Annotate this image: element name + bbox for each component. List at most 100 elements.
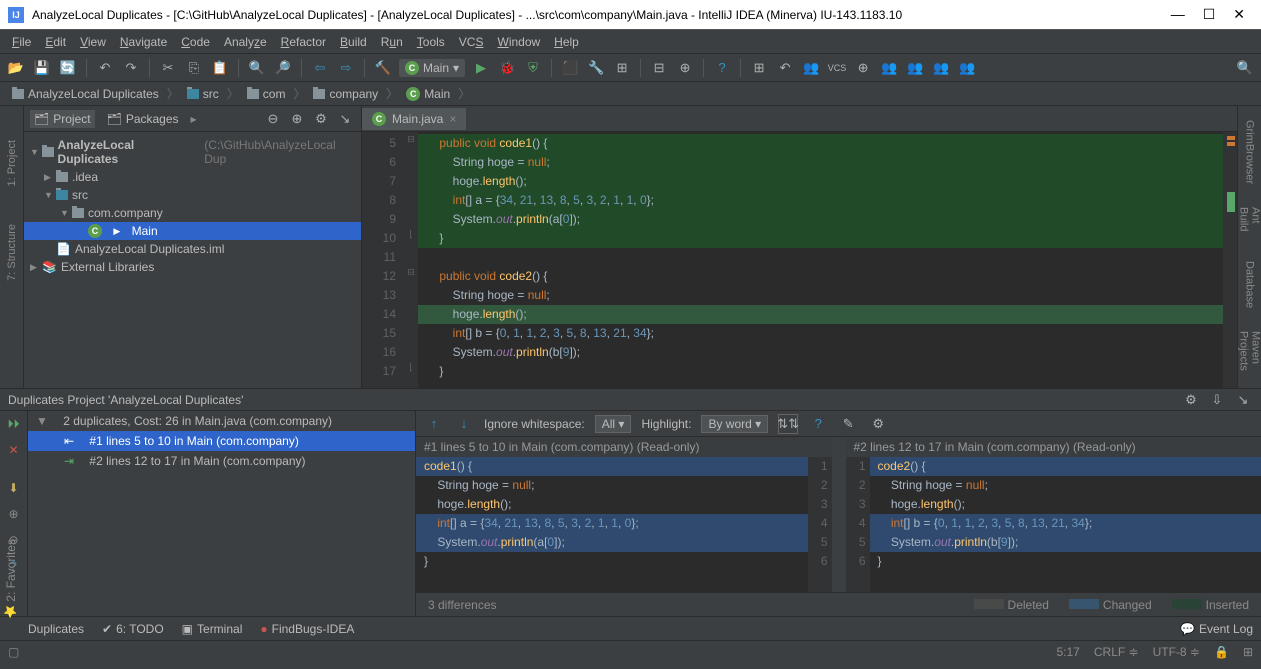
crumb-src[interactable]: src xyxy=(181,85,225,103)
tool-icon[interactable]: 👥 xyxy=(905,58,925,78)
cut-icon[interactable]: ✂ xyxy=(158,58,178,78)
tool-icon[interactable]: ⊕ xyxy=(675,58,695,78)
menu-build[interactable]: Build xyxy=(334,33,373,51)
status-pos[interactable]: 5:17 xyxy=(1057,645,1080,659)
close-icon[interactable]: ✕ xyxy=(5,441,23,459)
redo-icon[interactable]: ↷ xyxy=(121,58,141,78)
dup-item-1[interactable]: ⇤ #1 lines 5 to 10 in Main (com.company) xyxy=(28,431,415,451)
menu-window[interactable]: Window xyxy=(491,33,546,51)
menu-tools[interactable]: Tools xyxy=(411,33,451,51)
save-icon[interactable]: 💾 xyxy=(32,58,52,78)
lock-icon[interactable]: 🔒 xyxy=(1214,645,1229,659)
dup-item-2[interactable]: ⇥ #2 lines 12 to 17 in Main (com.company… xyxy=(28,451,415,471)
tool-icon[interactable]: ⊟ xyxy=(649,58,669,78)
hide-icon[interactable]: ↘ xyxy=(335,109,355,129)
target-icon[interactable]: ⊕ xyxy=(287,109,307,129)
tool-icon[interactable]: ⊕ xyxy=(853,58,873,78)
tab-terminal[interactable]: ▣ Terminal xyxy=(182,622,243,636)
tool-icon[interactable]: VCS xyxy=(827,58,847,78)
sidebar-tab-maven[interactable]: Maven Projects xyxy=(1236,327,1261,388)
maximize-button[interactable]: ☐ xyxy=(1203,6,1216,23)
panel-tab-project[interactable]: 🗂 Project xyxy=(30,110,95,128)
status-enc[interactable]: UTF-8 ≑ xyxy=(1153,645,1200,659)
tree-root[interactable]: ▼AnalyzeLocal Duplicates (C:\GitHub\Anal… xyxy=(24,136,361,168)
editor-tab-main[interactable]: C Main.java × xyxy=(362,108,466,130)
menu-navigate[interactable]: Navigate xyxy=(114,33,173,51)
sidebar-tab-ant[interactable]: Ant Build xyxy=(1236,203,1261,242)
hide-icon[interactable]: ↘ xyxy=(1233,390,1253,410)
help-icon[interactable]: ? xyxy=(808,414,828,434)
open-icon[interactable]: 📂 xyxy=(6,58,26,78)
tree-idea[interactable]: ▶.idea xyxy=(24,168,361,186)
dup-summary[interactable]: ▼ 2 duplicates, Cost: 26 in Main.java (c… xyxy=(28,411,415,431)
copy-icon[interactable]: ⎘ xyxy=(184,58,204,78)
panel-arrow-icon[interactable]: ▸ xyxy=(191,112,197,126)
tool-icon[interactable]: 👥 xyxy=(801,58,821,78)
close-button[interactable]: ✕ xyxy=(1233,6,1245,23)
gear-icon[interactable]: ⚙ xyxy=(1181,390,1201,410)
menu-run[interactable]: Run xyxy=(375,33,409,51)
tree-src[interactable]: ▼src xyxy=(24,186,361,204)
tab-findbugs[interactable]: ● FindBugs-IDEA xyxy=(260,622,354,636)
gear-icon[interactable]: ⚙ xyxy=(868,414,888,434)
find-icon[interactable]: 🔍 xyxy=(247,58,267,78)
rerun-icon[interactable]: ⏵⏵ xyxy=(5,415,23,433)
sidebar-tab-structure[interactable]: 7: Structure xyxy=(4,220,20,285)
export-icon[interactable]: ⬇ xyxy=(5,479,23,497)
diff-code-left[interactable]: code1() { String hoge = null; hoge.lengt… xyxy=(416,457,808,592)
help-icon[interactable]: ? xyxy=(712,58,732,78)
tree-iml[interactable]: 📄AnalyzeLocal Duplicates.iml xyxy=(24,240,361,258)
tool-icon[interactable]: 👥 xyxy=(957,58,977,78)
crumb-main[interactable]: CMain xyxy=(400,85,456,103)
stop-icon[interactable]: ⬛ xyxy=(560,58,580,78)
crumb-project[interactable]: AnalyzeLocal Duplicates xyxy=(6,85,165,103)
sidebar-tab-project[interactable]: 1: Project xyxy=(4,136,20,190)
back-icon[interactable]: ⇦ xyxy=(310,58,330,78)
tool-icon[interactable]: 👥 xyxy=(879,58,899,78)
status-icon[interactable]: ⊞ xyxy=(1243,645,1253,659)
sync-icon[interactable]: 🔄 xyxy=(58,58,78,78)
debug-icon[interactable]: 🐞 xyxy=(497,58,517,78)
menu-file[interactable]: File xyxy=(6,33,37,51)
sidebar-tab-db[interactable]: Database xyxy=(1242,257,1258,312)
crumb-company[interactable]: company xyxy=(307,85,384,103)
sync-scroll-icon[interactable]: ⇅⇅ xyxy=(778,414,798,434)
sidebar-tab-favorites[interactable]: ⭐ 2: Favorites xyxy=(0,533,22,624)
tool-icon[interactable]: ↶ xyxy=(775,58,795,78)
menu-edit[interactable]: Edit xyxy=(39,33,72,51)
highlight-select[interactable]: By word ▾ xyxy=(701,415,768,433)
tab-todo[interactable]: ✔ 6: TODO xyxy=(102,622,164,636)
menu-analyze[interactable]: Analyze xyxy=(218,33,273,51)
coverage-icon[interactable]: ⛨ xyxy=(523,58,543,78)
paste-icon[interactable]: 📋 xyxy=(210,58,230,78)
ignore-ws-select[interactable]: All ▾ xyxy=(595,415,632,433)
tool-icon[interactable]: ⊞ xyxy=(612,58,632,78)
tool-icon[interactable]: ⊞ xyxy=(749,58,769,78)
crumb-com[interactable]: com xyxy=(241,85,292,103)
undo-icon[interactable]: ↶ xyxy=(95,58,115,78)
prev-diff-icon[interactable]: ↑ xyxy=(424,414,444,434)
search-icon[interactable]: 🔍 xyxy=(1235,58,1255,78)
export-icon[interactable]: ⇩ xyxy=(1207,390,1227,410)
menu-vcs[interactable]: VCS xyxy=(453,33,490,51)
tool-icon[interactable]: 👥 xyxy=(931,58,951,78)
code-editor[interactable]: 567891011121314151617 ⊟⌊⊟⌊ public void c… xyxy=(362,132,1237,388)
build-icon[interactable]: 🔨 xyxy=(373,58,393,78)
menu-view[interactable]: View xyxy=(74,33,112,51)
run-icon[interactable]: ▶ xyxy=(471,58,491,78)
status-box-icon[interactable]: ▢ xyxy=(8,645,19,659)
minimize-button[interactable]: — xyxy=(1171,6,1185,23)
menu-code[interactable]: Code xyxy=(175,33,216,51)
tab-duplicates[interactable]: Duplicates xyxy=(28,622,84,636)
tab-eventlog[interactable]: 💬 Event Log xyxy=(1180,622,1253,636)
expand-icon[interactable]: ⊕ xyxy=(5,505,23,523)
edit-icon[interactable]: ✎ xyxy=(838,414,858,434)
collapse-icon[interactable]: ⊖ xyxy=(263,109,283,129)
menu-help[interactable]: Help xyxy=(548,33,585,51)
sidebar-tab-grim[interactable]: GrimBrowser xyxy=(1242,116,1258,188)
status-eol[interactable]: CRLF ≑ xyxy=(1094,645,1139,659)
run-config-selector[interactable]: C Main ▾ xyxy=(399,59,465,77)
next-diff-icon[interactable]: ↓ xyxy=(454,414,474,434)
code-content[interactable]: public void code1() { String hoge = null… xyxy=(418,132,1223,388)
diff-code-right[interactable]: code2() { String hoge = null; hoge.lengt… xyxy=(870,457,1261,592)
